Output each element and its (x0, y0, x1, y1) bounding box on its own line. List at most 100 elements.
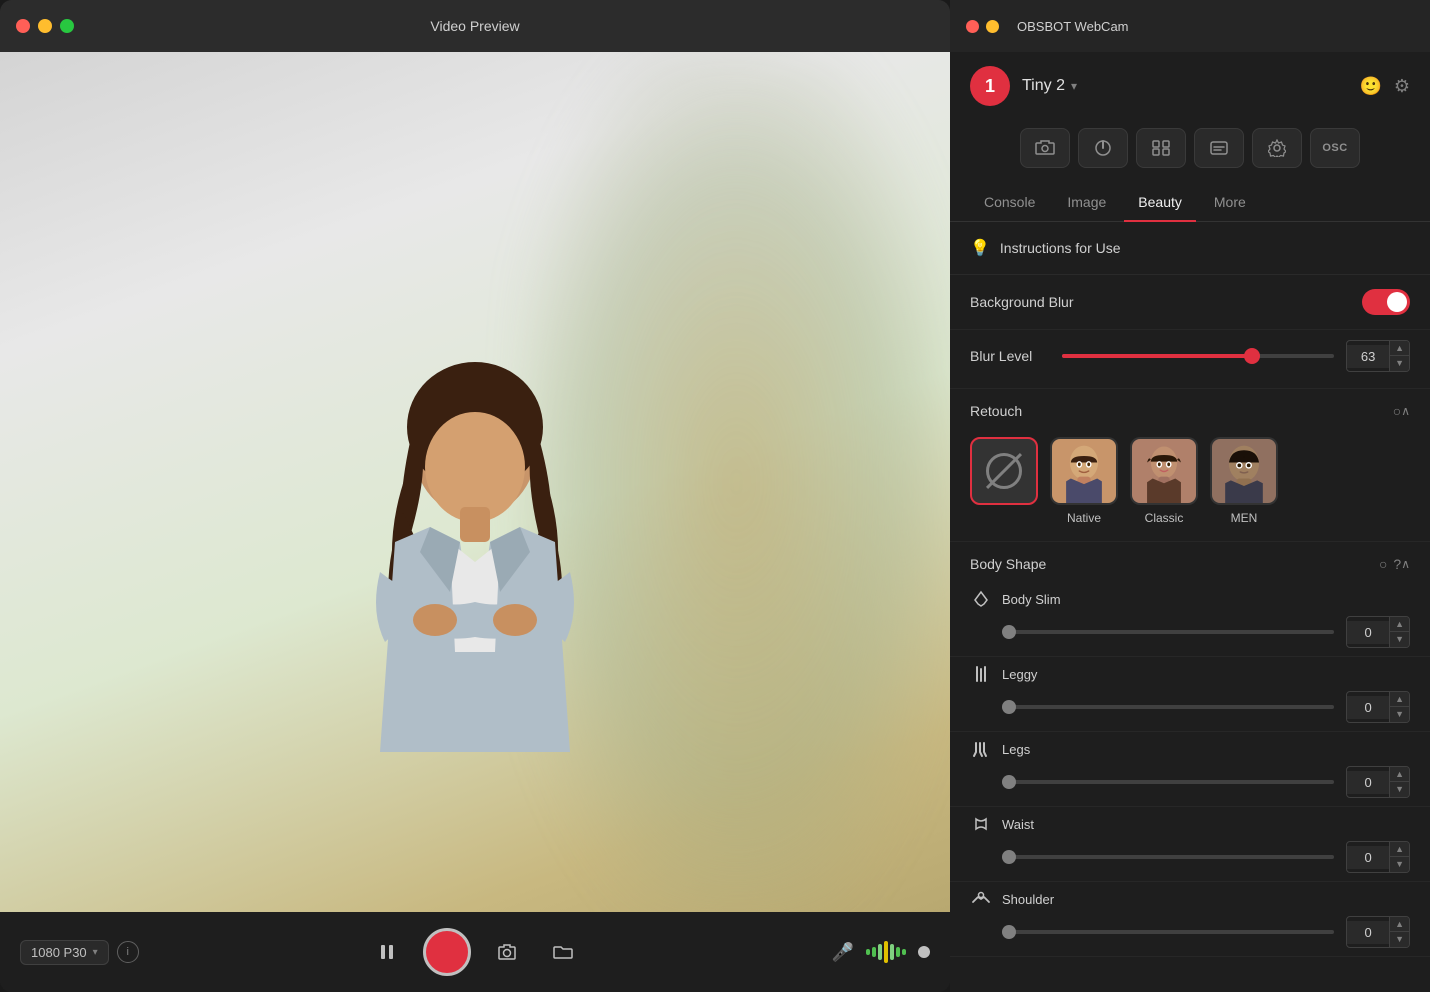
waist-feature: Waist 0 ▲ ▼ (950, 807, 1430, 882)
leggy-up[interactable]: ▲ (1389, 692, 1409, 707)
body-slim-slider-row: 0 ▲ ▼ (950, 612, 1430, 657)
video-preview-frame (0, 52, 950, 912)
waist-thumb (1002, 850, 1016, 864)
maximize-button[interactable] (60, 19, 74, 33)
leggy-down[interactable]: ▼ (1389, 707, 1409, 722)
leggy-value-box: 0 ▲ ▼ (1346, 691, 1410, 723)
tab-image[interactable]: Image (1053, 186, 1120, 222)
shoulder-icon (970, 890, 992, 908)
blur-level-slider[interactable] (1062, 354, 1334, 358)
pause-button[interactable] (367, 932, 407, 972)
waist-up[interactable]: ▲ (1389, 842, 1409, 857)
record-button[interactable] (423, 928, 471, 976)
power-icon (1094, 139, 1112, 157)
shoulder-slider-row: 0 ▲ ▼ (950, 912, 1430, 957)
leggy-slider[interactable] (1002, 705, 1334, 709)
instructions-text: Instructions for Use (1000, 240, 1121, 256)
blur-level-label: Blur Level (970, 348, 1050, 364)
body-slim-up[interactable]: ▲ (1389, 617, 1409, 632)
classic-face-svg (1132, 437, 1196, 505)
shoulder-label-row: Shoulder (950, 882, 1430, 912)
tab-more[interactable]: More (1200, 186, 1260, 222)
waist-icon (970, 815, 992, 833)
legs-slider[interactable] (1002, 780, 1334, 784)
legs-down[interactable]: ▼ (1389, 782, 1409, 797)
blur-level-value: 63 (1347, 345, 1389, 368)
men-face-svg (1212, 437, 1276, 505)
device-badge: 1 (970, 66, 1010, 106)
tracking-icon (1151, 139, 1171, 157)
power-tool-button[interactable] (1078, 128, 1128, 168)
close-button[interactable] (16, 19, 30, 33)
minimize-button[interactable] (38, 19, 52, 33)
settings-icon (1268, 139, 1286, 157)
slider-thumb[interactable] (1244, 348, 1260, 364)
panel-content: 💡 Instructions for Use Background Blur B… (950, 222, 1430, 992)
shoulder-slider[interactable] (1002, 930, 1334, 934)
video-controls-right: 🎤 (832, 941, 930, 963)
screenshot-button[interactable] (487, 932, 527, 972)
audio-bar-1 (866, 949, 870, 955)
tab-console[interactable]: Console (970, 186, 1049, 222)
legs-up[interactable]: ▲ (1389, 767, 1409, 782)
retouch-card-none[interactable] (970, 437, 1038, 525)
video-content (0, 52, 950, 912)
retouch-card-classic[interactable]: Classic (1130, 437, 1198, 525)
gear-icon[interactable]: ⚙ (1394, 76, 1410, 97)
native-card-image (1050, 437, 1118, 505)
emoji-icon[interactable]: 🙂 (1359, 76, 1381, 97)
body-shape-title: Body Shape (970, 556, 1373, 572)
retouch-card-native[interactable]: Native (1050, 437, 1118, 525)
shoulder-up[interactable]: ▲ (1389, 917, 1409, 932)
camera-tool-button[interactable] (1020, 128, 1070, 168)
body-shape-section-header[interactable]: Body Shape ○ ? ∧ (950, 542, 1430, 582)
blur-level-up[interactable]: ▲ (1389, 341, 1409, 356)
blur-level-down[interactable]: ▼ (1389, 356, 1409, 371)
folder-icon (552, 943, 574, 961)
device-name-wrap[interactable]: Tiny 2 ▾ (1022, 77, 1347, 95)
body-shape-section: Body Shape ○ ? ∧ Body Slim (950, 542, 1430, 965)
body-slim-slider[interactable] (1002, 630, 1334, 634)
body-slim-value-box: 0 ▲ ▼ (1346, 616, 1410, 648)
retouch-collapse-icon: ∧ (1401, 404, 1410, 418)
men-card-image (1210, 437, 1278, 505)
resolution-selector[interactable]: 1080 P30 ▾ (20, 940, 109, 965)
body-shape-collapse-icon: ∧ (1401, 557, 1410, 571)
legs-thumb (1002, 775, 1016, 789)
legs-feature: Legs 0 ▲ ▼ (950, 732, 1430, 807)
video-titlebar: Video Preview (0, 0, 950, 52)
obs-window-controls (966, 20, 999, 33)
obs-close-button[interactable] (966, 20, 979, 33)
classic-label: Classic (1145, 511, 1184, 525)
background-blur-toggle[interactable] (1362, 289, 1410, 315)
info-button[interactable]: i (117, 941, 139, 963)
audio-bar-6 (896, 947, 900, 957)
legs-value-box: 0 ▲ ▼ (1346, 766, 1410, 798)
waist-slider[interactable] (1002, 855, 1334, 859)
settings-tool-button[interactable] (1252, 128, 1302, 168)
nav-tabs: Console Image Beauty More (950, 180, 1430, 222)
video-bottom-bar: 1080 P30 ▾ i (0, 912, 950, 992)
retouch-section-header[interactable]: Retouch ○ ∧ (950, 389, 1430, 429)
tab-beauty[interactable]: Beauty (1124, 186, 1196, 222)
retouch-card-men[interactable]: MEN (1210, 437, 1278, 525)
microphone-icon[interactable]: 🎤 (832, 942, 854, 963)
retouch-title: Retouch (970, 403, 1387, 419)
folder-button[interactable] (543, 932, 583, 972)
osc-tool-button[interactable]: OSC (1310, 128, 1360, 168)
tracking-tool-button[interactable] (1136, 128, 1186, 168)
body-slim-thumb (1002, 625, 1016, 639)
toggle-knob (1387, 292, 1407, 312)
shoulder-down[interactable]: ▼ (1389, 932, 1409, 947)
body-slim-feature: Body Slim 0 ▲ ▼ (950, 582, 1430, 657)
no-filter-icon (986, 453, 1022, 489)
video-panel: Video Preview (0, 0, 950, 992)
obs-minimize-button[interactable] (986, 20, 999, 33)
video-controls-center (367, 928, 583, 976)
body-slim-label-row: Body Slim (950, 582, 1430, 612)
body-slim-down[interactable]: ▼ (1389, 632, 1409, 647)
slider-fill (1062, 354, 1252, 358)
waist-down[interactable]: ▼ (1389, 857, 1409, 872)
subtitle-tool-button[interactable] (1194, 128, 1244, 168)
background-blur-label: Background Blur (970, 294, 1362, 310)
